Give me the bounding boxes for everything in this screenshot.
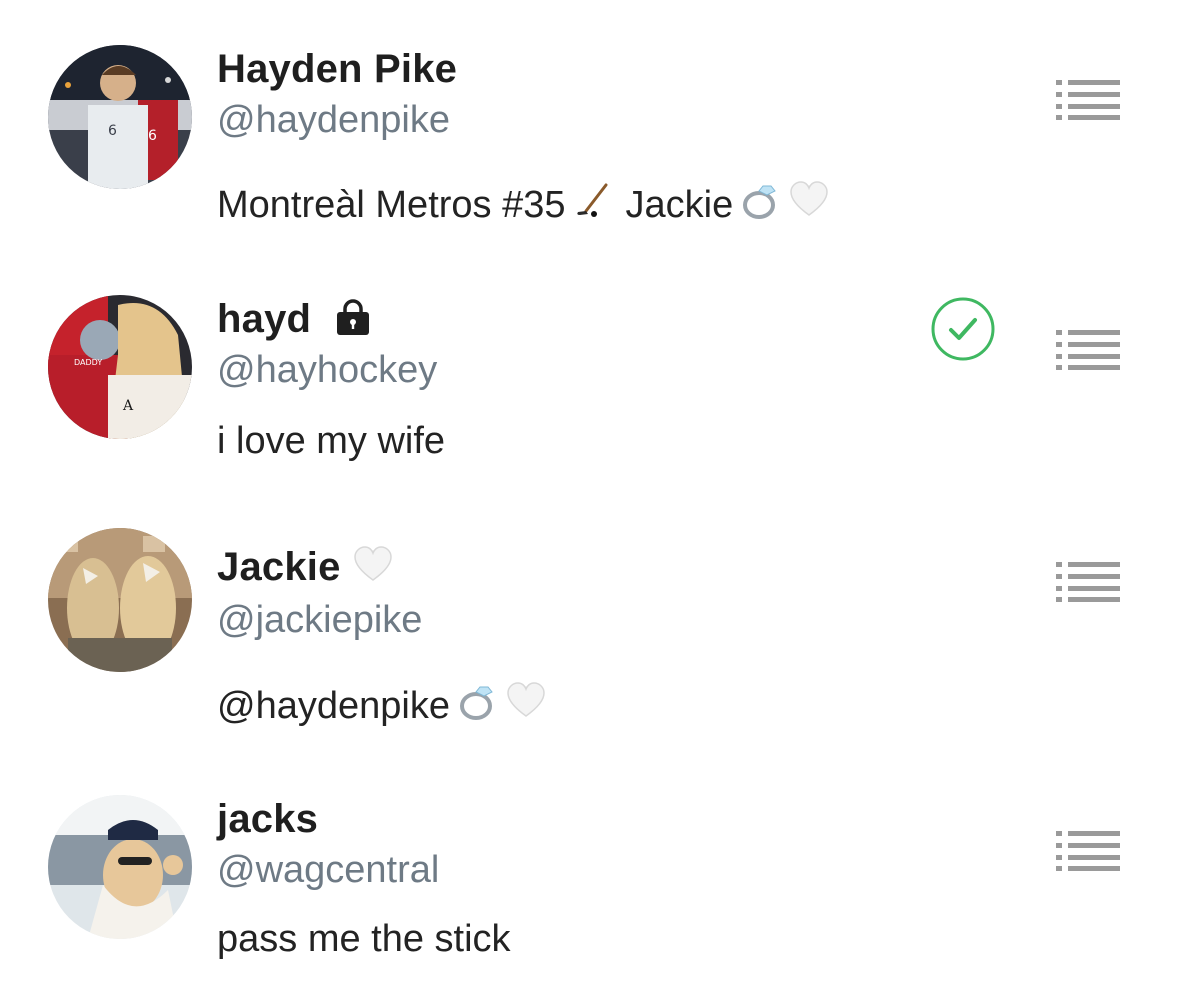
ring-icon xyxy=(741,180,781,230)
list-menu-icon[interactable] xyxy=(1056,831,1122,871)
list-menu-icon[interactable] xyxy=(1056,562,1122,602)
hockey-stick-icon xyxy=(574,181,612,229)
user-handle[interactable]: @haydenpike xyxy=(217,99,450,142)
avatar[interactable]: 6 6 xyxy=(48,45,192,189)
user-row[interactable]: jacks @wagcentral pass me the stick xyxy=(0,750,1179,985)
bio-text: Jackie xyxy=(625,183,734,226)
user-bio: Montreàl Metros #35 Jackie xyxy=(217,181,829,229)
svg-text:A: A xyxy=(122,398,134,414)
display-name: Jackie xyxy=(217,544,341,589)
display-name: jacks xyxy=(217,796,319,841)
avatar[interactable] xyxy=(48,795,192,939)
bio-text: Montreàl Metros #35 xyxy=(217,183,566,226)
user-bio: pass me the stick xyxy=(217,915,511,963)
white-heart-icon xyxy=(789,180,829,230)
ring-icon xyxy=(458,681,498,731)
bio-text: pass me the stick xyxy=(217,917,511,960)
svg-text:DADDY: DADDY xyxy=(74,358,102,367)
user-bio: i love my wife xyxy=(217,417,445,465)
user-handle[interactable]: @hayhockey xyxy=(217,349,437,392)
display-name: Hayden Pike xyxy=(217,46,458,91)
user-handle[interactable]: @jackiepike xyxy=(217,599,422,642)
user-handle[interactable]: @wagcentral xyxy=(217,849,439,892)
avatar[interactable]: A DADDY xyxy=(48,295,192,439)
user-row[interactable]: Jackie @jackiepike @haydenpike xyxy=(0,500,1179,750)
list-menu-icon[interactable] xyxy=(1056,330,1122,370)
display-name: hayd xyxy=(217,296,312,341)
bio-text: i love my wife xyxy=(217,419,446,462)
user-row[interactable]: A DADDY hayd @hayhockey i love my wife xyxy=(0,250,1179,500)
svg-text:6: 6 xyxy=(148,128,157,144)
svg-text:6: 6 xyxy=(108,123,117,139)
list-menu-icon[interactable] xyxy=(1056,80,1122,120)
lock-icon xyxy=(333,297,373,342)
avatar[interactable] xyxy=(48,528,192,672)
white-heart-icon xyxy=(506,681,546,731)
bio-text: @haydenpike xyxy=(217,684,450,727)
white-heart-icon xyxy=(353,545,393,590)
user-bio: @haydenpike xyxy=(217,682,546,730)
user-row[interactable]: 6 6 Hayden Pike @haydenpike Montreàl Met… xyxy=(0,0,1179,250)
checkmark-circle-icon[interactable] xyxy=(930,296,996,362)
